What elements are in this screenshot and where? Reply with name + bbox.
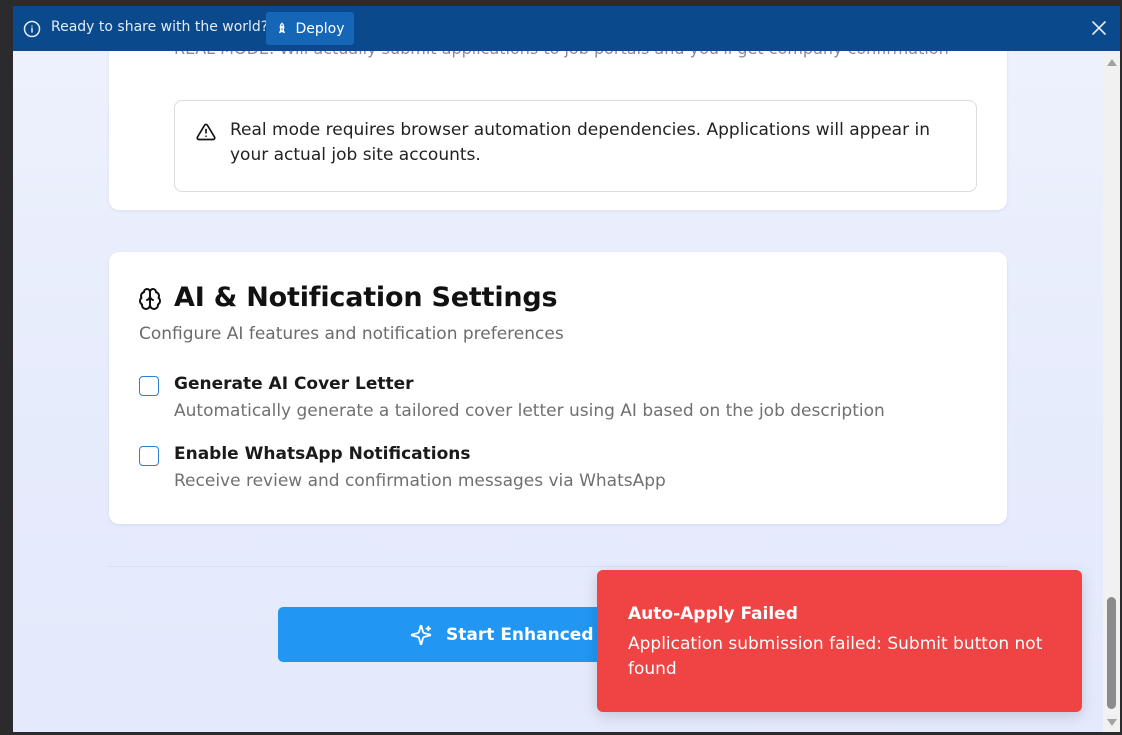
warning-icon	[196, 123, 216, 141]
close-icon[interactable]	[1092, 21, 1106, 35]
deploy-label: Deploy	[295, 20, 345, 37]
real-mode-alert: Real mode requires browser automation de…	[174, 100, 977, 192]
app-window: REAL MODE: Will actually submit applicat…	[13, 6, 1120, 732]
deploy-button[interactable]: Deploy	[266, 12, 354, 45]
info-icon	[23, 20, 41, 38]
whatsapp-notifications-checkbox[interactable]	[139, 446, 159, 466]
error-toast[interactable]: Auto-Apply Failed Application submission…	[597, 570, 1082, 712]
ai-settings-card: AI & Notification Settings Configure AI …	[109, 252, 1007, 524]
section-subtitle: Configure AI features and notification p…	[139, 324, 564, 344]
whatsapp-notifications-label[interactable]: Enable WhatsApp Notifications	[174, 444, 470, 464]
vertical-scrollbar[interactable]	[1103, 51, 1120, 732]
scroll-up-arrow-icon[interactable]	[1107, 59, 1117, 66]
divider	[109, 566, 1007, 567]
deploy-banner: Ready to share with the world? Deploy	[13, 6, 1120, 51]
rocket-icon	[279, 22, 286, 33]
scroll-down-arrow-icon[interactable]	[1107, 719, 1117, 726]
alert-text: Real mode requires browser automation de…	[230, 120, 930, 165]
banner-message: Ready to share with the world?	[51, 19, 269, 35]
section-title: AI & Notification Settings	[174, 282, 558, 313]
sparkles-icon	[410, 624, 432, 645]
ai-cover-letter-label[interactable]: Generate AI Cover Letter	[174, 374, 414, 394]
toast-message: Application submission failed: Submit bu…	[628, 634, 1043, 679]
scrollbar-thumb[interactable]	[1107, 597, 1116, 709]
ai-cover-letter-checkbox[interactable]	[139, 376, 159, 396]
toast-title: Auto-Apply Failed	[628, 604, 798, 624]
ai-cover-letter-description: Automatically generate a tailored cover …	[174, 401, 885, 421]
brain-icon	[139, 288, 161, 310]
whatsapp-notifications-description: Receive review and confirmation messages…	[174, 471, 666, 491]
